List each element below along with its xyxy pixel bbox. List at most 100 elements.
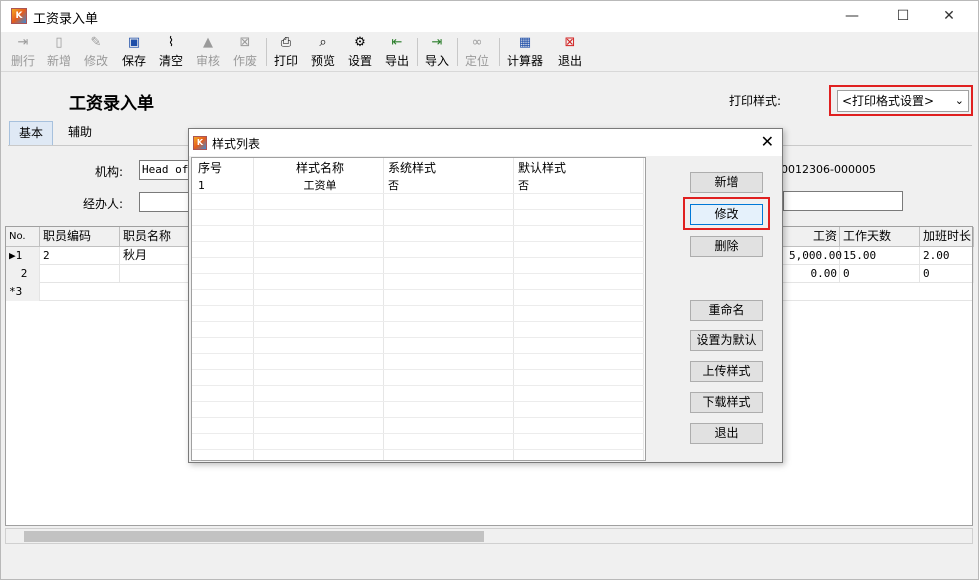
save-button[interactable]: ▣ 保存 <box>118 35 150 69</box>
cell-overtime[interactable]: 0 <box>920 265 974 283</box>
tab-basic[interactable]: 基本 <box>9 121 54 145</box>
tab-auxiliary[interactable]: 辅助 <box>59 121 101 145</box>
form-title: 工资录入单 <box>69 94 154 114</box>
col-emp-code[interactable]: 职员编码 <box>40 227 120 247</box>
list-item <box>192 402 644 418</box>
col-default-style[interactable]: 默认样式 <box>514 158 642 178</box>
settings-icon: ⚙ <box>354 35 366 50</box>
audit-icon: ▲ <box>203 35 213 50</box>
list-item <box>192 370 644 386</box>
print-label: 打印 <box>273 54 298 68</box>
col-seq[interactable]: 序号 <box>194 158 252 178</box>
list-item[interactable]: 1 工资单 否 否 <box>192 178 644 194</box>
printer-icon: ⎙ <box>280 35 292 50</box>
void-icon: ⊠ <box>239 35 251 50</box>
col-style-name[interactable]: 样式名称 <box>254 158 382 178</box>
dialog-download-button[interactable]: 下载样式 <box>690 392 763 413</box>
print-style-label: 打印样式: <box>729 94 782 108</box>
calculator-label: 计算器 <box>506 54 543 68</box>
cell-emp-code[interactable] <box>40 265 120 283</box>
dialog-delete-button[interactable]: 删除 <box>690 236 763 257</box>
dialog-new-button[interactable]: 新增 <box>690 172 763 193</box>
exit-label: 退出 <box>557 54 582 68</box>
col-no[interactable]: No. <box>6 227 40 247</box>
cell-seq: 1 <box>198 179 205 192</box>
list-item <box>192 274 644 290</box>
void-button[interactable]: ⊠ 作废 <box>229 35 261 69</box>
import-label: 导入 <box>424 54 449 68</box>
exit-icon: ⊠ <box>564 35 576 50</box>
window-title: 工资录入单 <box>33 12 99 27</box>
style-list[interactable]: 序号 样式名称 系统样式 默认样式 1 工资单 否 否 <box>191 157 646 461</box>
scrollbar-thumb[interactable] <box>24 531 484 542</box>
export-button[interactable]: ⇤ 导出 <box>381 35 413 69</box>
dialog-rename-button[interactable]: 重命名 <box>690 300 763 321</box>
dialog-title-bar: K 样式列表 ✕ <box>189 129 782 156</box>
minimize-button[interactable]: — <box>829 1 875 32</box>
clear-label: 清空 <box>158 54 183 68</box>
app-icon: K <box>193 136 207 150</box>
list-item <box>192 194 644 210</box>
import-icon: ⇥ <box>431 35 443 50</box>
exit-button[interactable]: ⊠ 退出 <box>554 35 586 69</box>
delete-row-button[interactable]: ⇥ 删行 <box>7 35 39 69</box>
new-label: 新增 <box>46 54 71 68</box>
cell-salary[interactable]: 5,000.00 <box>786 247 842 265</box>
save-icon: ▣ <box>127 35 141 50</box>
locate-button[interactable]: ∞ 定位 <box>461 35 493 69</box>
broom-icon: ⌇ <box>167 35 175 50</box>
preview-button[interactable]: ⌕ 预览 <box>307 35 339 69</box>
handler-label: 经办人: <box>83 197 124 211</box>
list-item <box>192 338 644 354</box>
print-button[interactable]: ⎙ 打印 <box>270 35 302 69</box>
cell-emp-code[interactable]: 2 <box>40 247 120 265</box>
list-item <box>192 418 644 434</box>
preview-icon: ⌕ <box>319 35 327 50</box>
cell-work-days[interactable]: 15.00 <box>840 247 920 265</box>
clear-button[interactable]: ⌇ 清空 <box>155 35 187 69</box>
cell-overtime[interactable]: 2.00 <box>920 247 974 265</box>
new-document-icon: ▯ <box>55 35 63 50</box>
col-work-days[interactable]: 工作天数 <box>840 227 920 247</box>
audit-button[interactable]: ▲ 审核 <box>192 35 224 69</box>
dialog-set-default-button[interactable]: 设置为默认 <box>690 330 763 351</box>
dialog-upload-button[interactable]: 上传样式 <box>690 361 763 382</box>
binoculars-icon: ∞ <box>471 35 483 50</box>
title-bar: K 工资录入单 — ☐ ✕ <box>1 1 978 32</box>
horizontal-scrollbar[interactable] <box>5 528 973 544</box>
settings-label: 设置 <box>347 54 372 68</box>
list-item <box>192 434 644 450</box>
calculator-button[interactable]: ▦ 计算器 <box>503 35 547 69</box>
toolbar-separator <box>266 38 267 66</box>
list-item <box>192 226 644 242</box>
dialog-title: 样式列表 <box>212 137 261 151</box>
dialog-close-button[interactable]: ✕ <box>761 132 774 151</box>
list-item <box>192 258 644 274</box>
salary-entry-window: K 工资录入单 — ☐ ✕ ⇥ 删行 ▯ 新增 ✎ 修改 ▣ 保存 ⌇ 清空 ▲… <box>0 0 979 580</box>
cell-work-days[interactable]: 0 <box>840 265 920 283</box>
cell-salary[interactable]: 0.00 <box>786 265 840 283</box>
locate-label: 定位 <box>464 54 489 68</box>
edit-icon: ✎ <box>90 35 102 50</box>
new-button[interactable]: ▯ 新增 <box>43 35 75 69</box>
right-field[interactable] <box>783 191 903 211</box>
calculator-icon: ▦ <box>518 35 532 50</box>
list-item <box>192 210 644 226</box>
cell-default-style: 否 <box>518 179 529 192</box>
import-button[interactable]: ⇥ 导入 <box>421 35 453 69</box>
save-label: 保存 <box>121 54 146 68</box>
list-item <box>192 322 644 338</box>
edit-button[interactable]: ✎ 修改 <box>80 35 112 69</box>
toolbar: ⇥ 删行 ▯ 新增 ✎ 修改 ▣ 保存 ⌇ 清空 ▲ 审核 ⊠ 作废 ⎙ 打印 … <box>1 32 978 72</box>
close-button[interactable]: ✕ <box>926 1 972 32</box>
col-system-style[interactable]: 系统样式 <box>384 158 512 178</box>
col-salary[interactable]: 工资 <box>786 227 840 247</box>
app-icon: K <box>11 8 27 24</box>
settings-button[interactable]: ⚙ 设置 <box>344 35 376 69</box>
maximize-button[interactable]: ☐ <box>880 1 926 32</box>
row-marker: ▶1 <box>6 247 40 265</box>
col-overtime[interactable]: 加班时长 <box>920 227 974 247</box>
list-item <box>192 242 644 258</box>
dialog-exit-button[interactable]: 退出 <box>690 423 763 444</box>
export-icon: ⇤ <box>391 35 403 50</box>
